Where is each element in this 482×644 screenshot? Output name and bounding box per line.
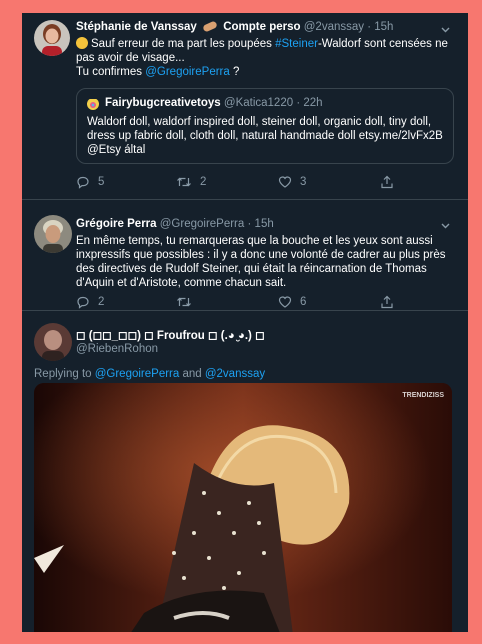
avatar-stephanie[interactable] [34,20,70,56]
media-image: TRENDIZISS [34,383,452,632]
like-count: 6 [300,296,307,308]
retweet-icon [177,177,191,187]
tweet-time[interactable]: 15h [255,218,274,230]
tweet-time[interactable]: 15h [374,21,393,33]
chevron-down-icon[interactable] [440,220,451,231]
retweet-icon [177,297,191,307]
chevron-down-icon[interactable] [440,24,451,35]
author-handle[interactable]: @RiebenRohon [76,343,158,355]
author-name[interactable]: ◻ (◻◻_◻◻) ◻ Froufrou ◻ (.◕ ̮◕.) ◻ [76,330,265,342]
share-button[interactable] [380,295,394,309]
author-handle[interactable]: @2vanssay [304,21,364,33]
share-button[interactable] [380,175,394,189]
author-name[interactable]: Grégoire Perra [76,218,157,230]
mention-link[interactable]: @GregoirePerra [145,66,230,78]
timeline-frame: Stéphanie de Vanssay Compte perso @2vans… [22,13,468,632]
tweet-header: ◻ (◻◻_◻◻) ◻ Froufrou ◻ (.◕ ̮◕.) ◻ [76,328,265,342]
bandage-icon [202,20,218,33]
replying-to: Replying to @GregoirePerra and @2vanssay [34,368,266,380]
author-handle[interactable]: @GregoirePerra [160,218,245,230]
tweet-text: En même temps, tu remarqueras que la bou… [76,235,446,289]
avatar-fairybug [87,98,99,110]
author-name[interactable]: Stéphanie de Vanssay [76,21,197,33]
retweet-count: 2 [200,176,207,188]
reply-button[interactable]: 5 [76,175,104,189]
replying-to-link-2[interactable]: @2vanssay [205,368,265,380]
tweet-header: Stéphanie de Vanssay Compte perso @2vans… [76,20,394,33]
retweet-button[interactable] [176,295,192,309]
avatar-gregoire[interactable] [34,215,72,253]
avatar-froufrou[interactable] [34,323,72,361]
quote-author-handle: @Katica1220 [223,97,294,109]
tweet-header: Grégoire Perra @GregoirePerra · 15h [76,218,274,230]
retweet-button[interactable]: 2 [176,175,206,189]
author-badge-text: Compte perso [223,21,301,33]
media-gif[interactable]: TRENDIZISS [34,383,452,632]
hashtag-link[interactable]: #Steiner [275,38,318,50]
reply-icon [77,296,89,309]
quote-text: Waldorf doll, waldorf inspired doll, ste… [87,116,443,156]
share-icon [381,175,393,189]
heart-icon [278,176,292,188]
thinking-face-emoji [76,37,88,49]
quote-header: Fairybugcreativetoys @Katica1220 · 22h [105,97,323,109]
tweet-gregoire[interactable]: Grégoire Perra @GregoirePerra · 15h En m… [22,199,468,309]
heart-icon [278,296,292,308]
share-icon [381,295,393,309]
tweet-actions: 5 2 3 [76,175,456,191]
reply-count: 2 [98,296,105,308]
replying-to-link-1[interactable]: @GregoirePerra [95,368,180,380]
tweet-stephanie[interactable]: Stéphanie de Vanssay Compte perso @2vans… [22,13,468,198]
tweet-header-handle: @RiebenRohon [76,343,158,355]
media-watermark: TRENDIZISS [402,392,444,399]
tweet-text: Sauf erreur de ma part les poupées #Stei… [76,37,448,78]
reply-button[interactable]: 2 [76,295,104,309]
reply-count: 5 [98,176,105,188]
like-count: 3 [300,176,307,188]
quote-time: 22h [303,97,323,109]
quote-author-name: Fairybugcreativetoys [105,97,221,109]
quoted-tweet[interactable]: Fairybugcreativetoys @Katica1220 · 22h W… [76,88,454,164]
tweet-actions: 2 6 [76,295,456,311]
like-button[interactable]: 6 [278,295,306,309]
like-button[interactable]: 3 [278,175,306,189]
reply-icon [77,176,89,189]
